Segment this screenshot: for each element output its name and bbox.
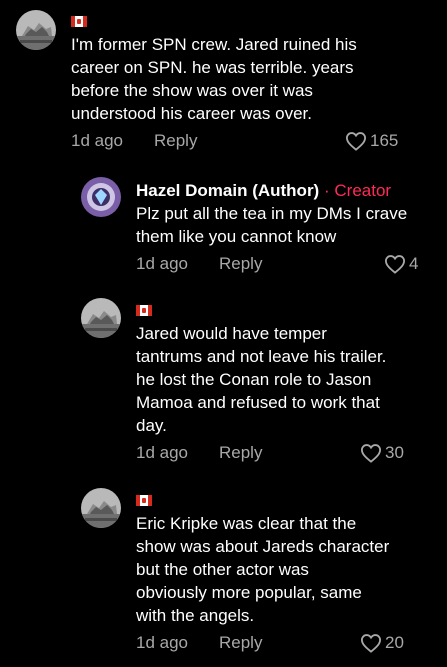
heart-outline-icon	[345, 132, 367, 151]
comment-thread: I'm former SPN crew. Jared ruined his ca…	[0, 0, 447, 667]
separator-dot: ·	[323, 181, 330, 200]
like-count: 20	[385, 633, 404, 652]
like-button[interactable]: 20	[360, 633, 404, 653]
comment-timestamp: 1d ago	[136, 443, 188, 462]
canada-flag-icon	[136, 305, 152, 316]
like-button[interactable]: 30	[360, 443, 404, 463]
avatar[interactable]	[81, 488, 121, 528]
like-count: 30	[385, 443, 404, 462]
comment-text: I'm former SPN crew. Jared ruined his ca…	[71, 35, 357, 123]
creator-badge: Creator	[334, 181, 392, 200]
reply-button[interactable]: Reply	[154, 131, 197, 151]
like-count: 4	[409, 254, 419, 273]
heart-outline-icon	[384, 255, 406, 274]
author-name[interactable]: Hazel Domain (Author)	[136, 181, 319, 200]
like-button[interactable]: 4	[384, 254, 418, 274]
author-line: Hazel Domain (Author) · Creator	[136, 179, 447, 202]
reply-item: Hazel Domain (Author) · Creator Plz put …	[81, 177, 447, 278]
avatar[interactable]	[81, 298, 121, 338]
comment-timestamp: 1d ago	[136, 633, 188, 652]
reply-button[interactable]: Reply	[219, 443, 262, 463]
comment-text: Jared would have temper tantrums and not…	[136, 324, 387, 435]
avatar[interactable]	[81, 177, 121, 217]
comment-timestamp: 1d ago	[71, 131, 123, 150]
reply-item: Jared would have temper tantrums and not…	[81, 298, 447, 467]
comment-text: Plz put all the tea in my DMs I crave th…	[136, 204, 408, 246]
comment-item: I'm former SPN crew. Jared ruined his ca…	[16, 10, 436, 155]
heart-outline-icon	[360, 634, 382, 653]
canada-flag-icon	[71, 16, 87, 27]
reply-button[interactable]: Reply	[219, 633, 262, 653]
reply-button[interactable]: Reply	[219, 254, 262, 274]
comment-timestamp: 1d ago	[136, 254, 188, 273]
like-button[interactable]: 165	[345, 131, 398, 151]
reply-item: Eric Kripke was clear that the show was …	[81, 488, 447, 657]
avatar[interactable]	[16, 10, 56, 50]
canada-flag-icon	[136, 495, 152, 506]
heart-outline-icon	[360, 444, 382, 463]
like-count: 165	[370, 131, 399, 150]
comment-text: Eric Kripke was clear that the show was …	[136, 514, 390, 625]
